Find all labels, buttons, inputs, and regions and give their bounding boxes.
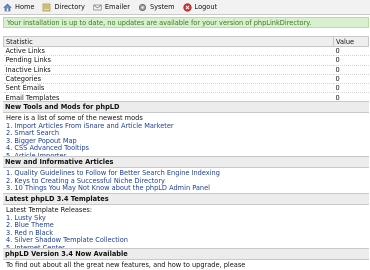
logout-icon — [182, 2, 192, 12]
templates-box: Latest phpLD 3.4 Templates Latest Templa… — [3, 193, 369, 253]
top-toolbar: Home Directory Emailer System Logout — [0, 0, 370, 15]
statistic-value: 0 — [333, 83, 369, 94]
version-intro-text: To find out about all the great new feat… — [6, 261, 246, 269]
articles-box-body: 1. Quality Guidelines to Follow for Bett… — [3, 168, 369, 193]
emailer-button[interactable]: Emailer — [93, 3, 130, 12]
statistic-label: Inactive Links — [3, 65, 334, 75]
directory-button[interactable]: Directory — [42, 3, 85, 12]
statistic-label: Active Links — [3, 46, 334, 57]
update-notice: Your installation is up to date, no upda… — [3, 17, 369, 28]
article-link[interactable]: 3. 10 Things You May Not Know about the … — [6, 185, 366, 193]
table-row: Categories 0 — [3, 74, 369, 85]
template-link[interactable]: 1. Lusty Sky — [6, 214, 366, 223]
statistic-value: 0 — [333, 74, 369, 85]
system-button[interactable]: System — [138, 3, 175, 12]
table-row: Active Links 0 — [3, 46, 369, 57]
templates-box-body: Latest Template Releases: 1. Lusty Sky 2… — [3, 205, 369, 253]
logout-label: Logout — [194, 3, 218, 11]
mods-news-box: New Tools and Mods for phpLD Here is a l… — [3, 101, 369, 161]
mods-box-title: New Tools and Mods for phpLD — [3, 101, 369, 113]
mod-link[interactable]: 1. Import Articles From iSnare and Artic… — [6, 122, 366, 131]
directory-label: Directory — [54, 3, 85, 11]
home-label: Home — [15, 3, 35, 11]
table-row: Pending Links 0 — [3, 55, 369, 66]
emailer-label: Emailer — [104, 3, 130, 11]
statistic-label: Pending Links — [3, 55, 334, 66]
directory-icon — [42, 3, 51, 12]
table-row: Inactive Links 0 — [3, 65, 369, 75]
home-icon — [3, 3, 12, 12]
statistics-table: Statistic Value Active Links 0 Pending Li… — [3, 36, 369, 103]
mods-box-body: Here is a list of some of the newest mod… — [3, 113, 369, 161]
templates-intro-text: Latest Template Releases: — [6, 206, 93, 214]
logout-button[interactable]: Logout — [182, 2, 218, 12]
statistic-label: Sent Emails — [3, 83, 334, 94]
table-row: Sent Emails 0 — [3, 83, 369, 94]
version-box-body: To find out about all the great new feat… — [3, 260, 369, 270]
home-button[interactable]: Home — [3, 3, 34, 12]
version-box-title: phpLD Version 3.4 Now Available — [3, 248, 369, 260]
statistic-label: Categories — [3, 74, 334, 85]
articles-box-title: New and Informative Articles — [3, 156, 369, 168]
articles-box: New and Informative Articles 1. Quality … — [3, 156, 369, 193]
value-column-header: Value — [333, 36, 369, 47]
gear-icon — [138, 3, 147, 12]
system-label: System — [149, 3, 175, 11]
statistic-column-header: Statistic — [3, 36, 334, 47]
statistic-value: 0 — [333, 55, 369, 66]
statistic-value: 0 — [333, 65, 369, 75]
table-header-row: Statistic Value — [3, 36, 369, 47]
version-news-box: phpLD Version 3.4 Now Available To find … — [3, 248, 369, 270]
mail-icon — [93, 3, 102, 12]
template-link[interactable]: 2. Blue Theme — [6, 222, 366, 230]
templates-box-title: Latest phpLD 3.4 Templates — [3, 193, 369, 205]
statistic-value: 0 — [333, 46, 369, 57]
